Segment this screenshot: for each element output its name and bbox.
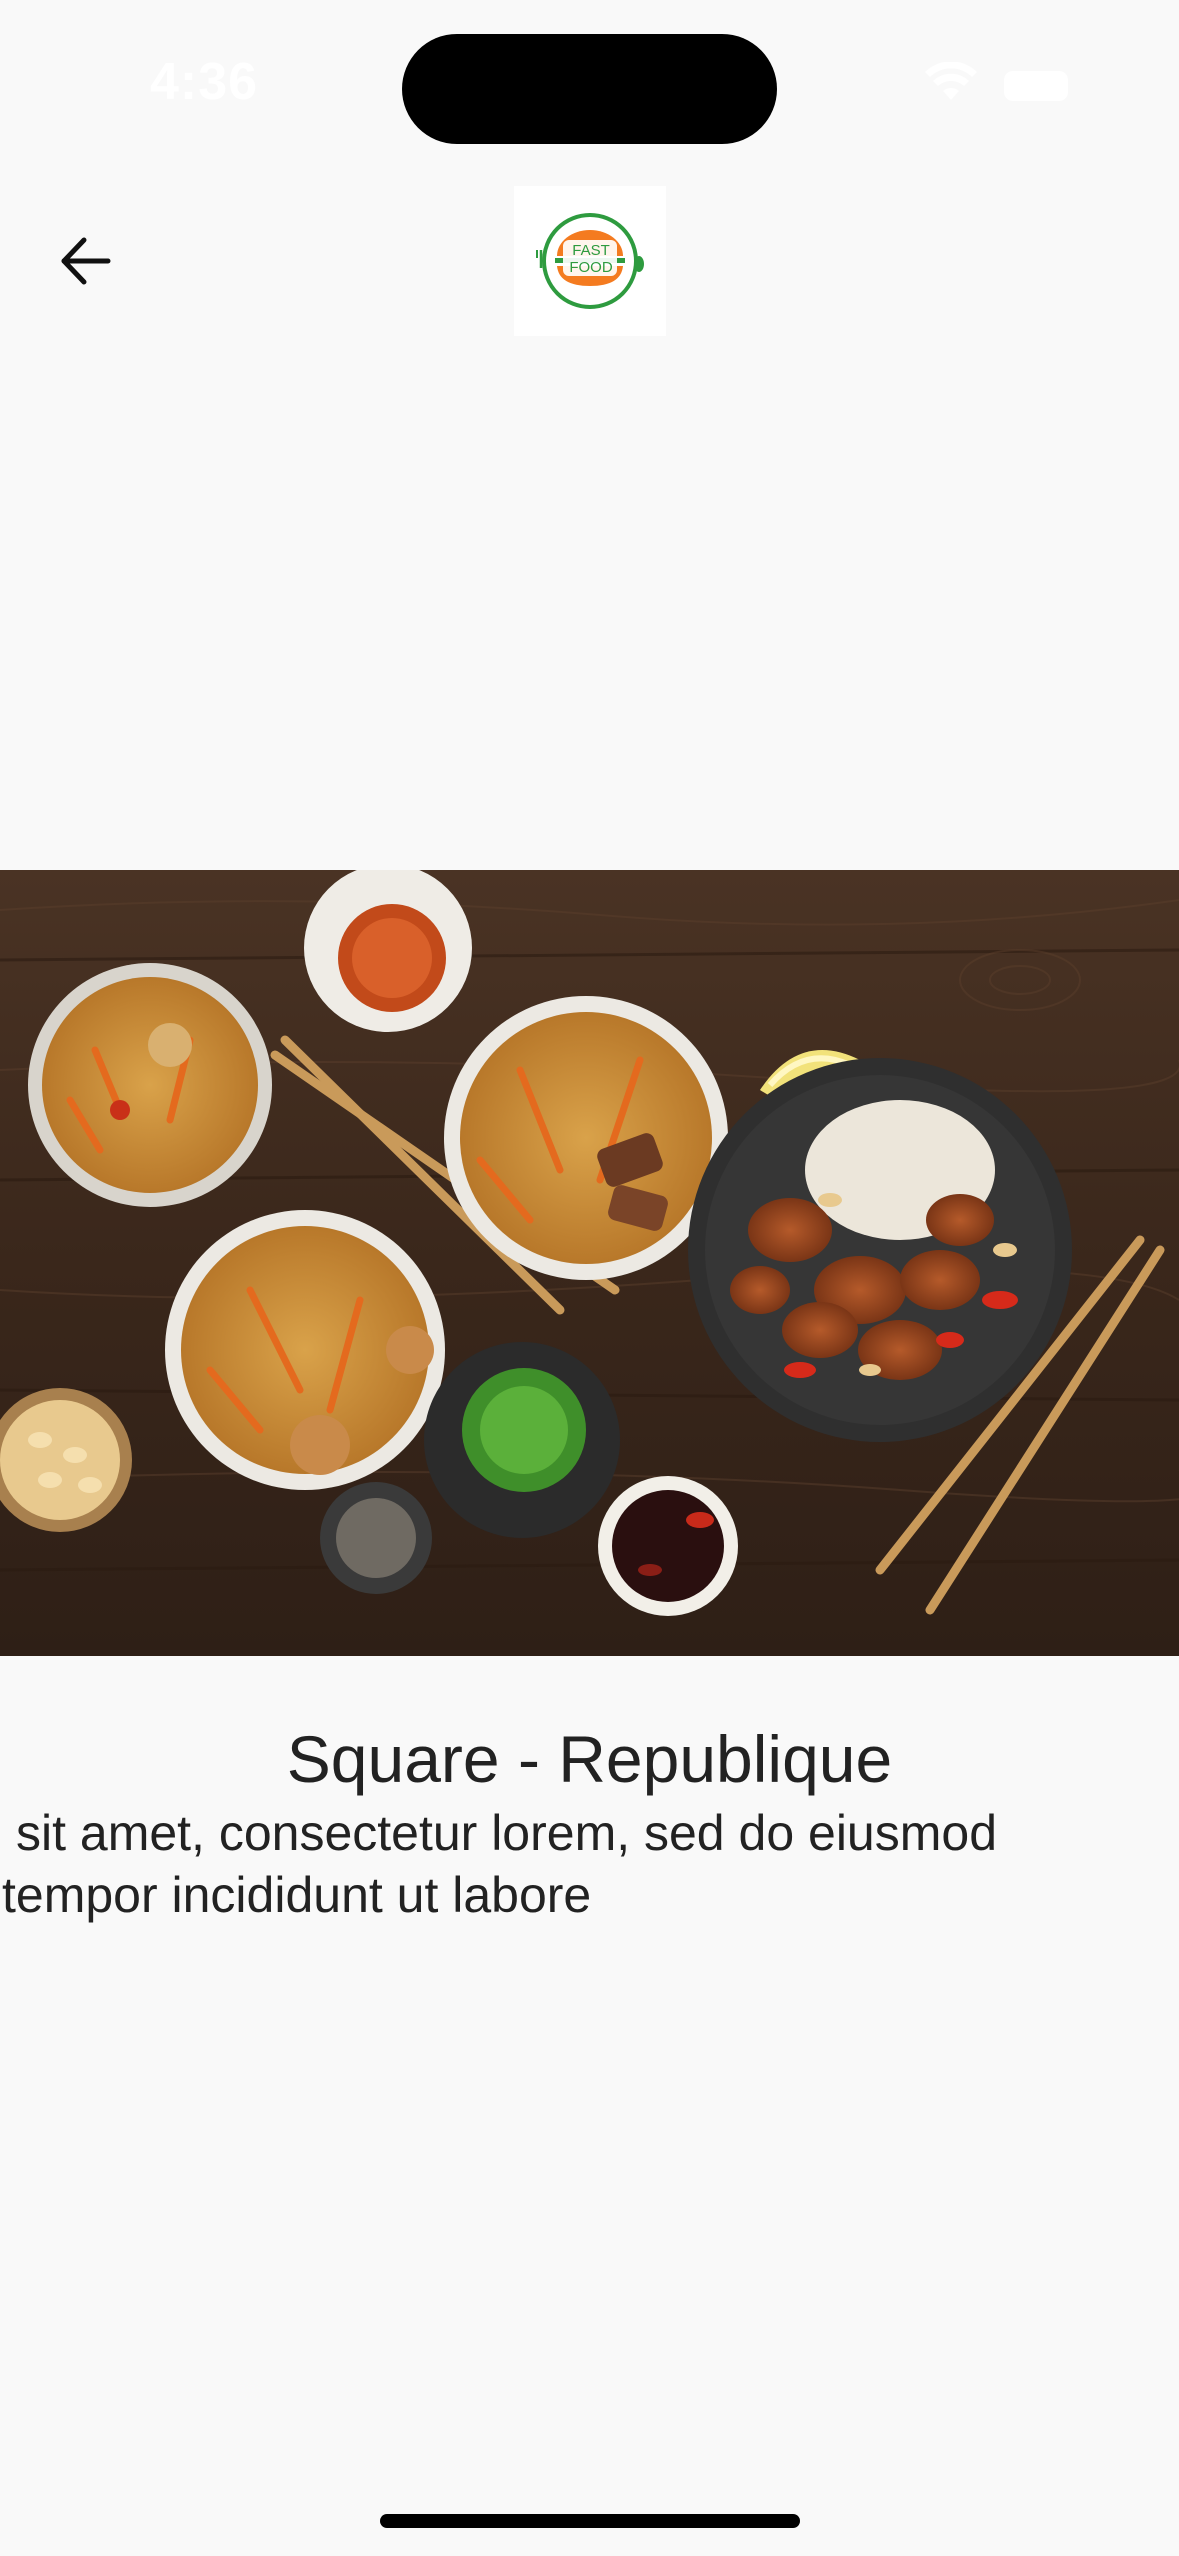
logo-text-1: FAST <box>572 242 610 259</box>
battery-icon <box>1004 71 1068 101</box>
food-spread-photo <box>0 870 1179 1656</box>
fast-food-logo-icon: FAST FOOD <box>536 213 644 309</box>
home-indicator[interactable] <box>380 2514 800 2528</box>
arrow-left-icon <box>61 237 111 285</box>
restaurant-name: Square - Republique <box>286 1722 893 1796</box>
status-time: 4:36 <box>150 53 259 111</box>
logo-text-2: FOOD <box>569 259 612 276</box>
restaurant-description: sit amet, consectetur lorem, sed do eius… <box>0 1802 1179 1926</box>
back-button[interactable] <box>46 222 124 300</box>
app-logo: FAST FOOD <box>514 186 666 336</box>
wifi-icon <box>925 62 977 100</box>
description-line-1: sit amet, consectetur lorem, sed do eius… <box>16 1805 998 1861</box>
description-line-2: tempor incididunt ut labore <box>2 1867 592 1923</box>
status-bar: 4:36 <box>0 0 1179 170</box>
dynamic-island <box>402 34 777 144</box>
